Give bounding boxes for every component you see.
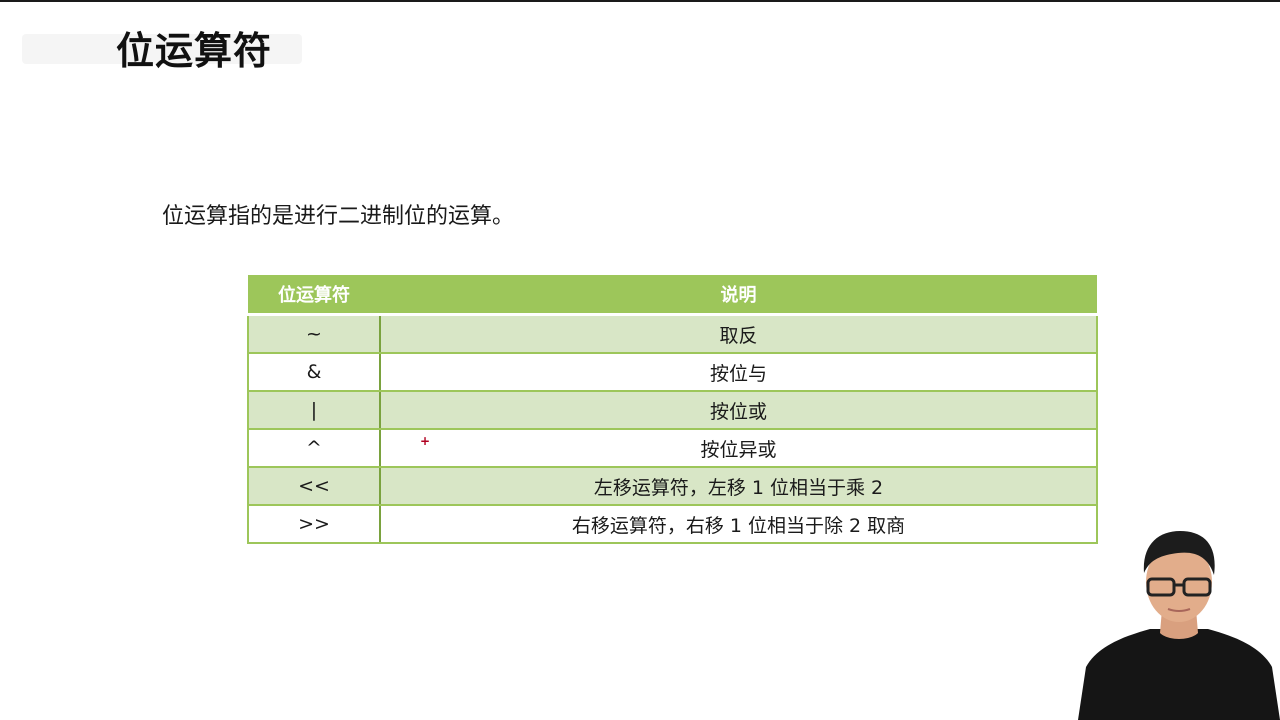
operator-cell: << (247, 466, 381, 506)
table-row: & 按位与 (247, 352, 1098, 392)
header-description: 说明 (380, 275, 1097, 316)
description-cell: 按位异或 (379, 428, 1098, 468)
description-cell: 右移运算符，右移 1 位相当于除 2 取商 (379, 504, 1098, 544)
description-cell: 按位与 (379, 352, 1098, 392)
operator-cell: & (247, 352, 381, 392)
operator-cell: | (247, 390, 381, 430)
header-operator: 位运算符 (248, 275, 380, 316)
operator-cell: ~ (247, 313, 381, 354)
table-row: >> 右移运算符，右移 1 位相当于除 2 取商 (247, 504, 1098, 544)
table-header-row: 位运算符 说明 (248, 275, 1097, 316)
plus-cursor-icon: + (420, 434, 431, 448)
description-cell: 左移运算符，左移 1 位相当于乘 2 (379, 466, 1098, 506)
slide-title: 位运算符 (116, 29, 273, 73)
intro-text: 位运算指的是进行二进制位的运算。 (162, 204, 515, 229)
description-cell: 按位或 (379, 390, 1098, 430)
operators-table: 位运算符 说明 ~ 取反 & 按位与 | 按位或 ^ 按位异或 << 左移运算符… (247, 275, 1098, 544)
slide: 位运算符 位运算指的是进行二进制位的运算。 位运算符 说明 ~ 取反 & 按位与… (0, 0, 1280, 720)
table-row: ~ 取反 (247, 313, 1098, 354)
top-border-line (0, 0, 1280, 2)
operator-cell: ^ (247, 428, 381, 468)
description-cell: 取反 (379, 313, 1098, 354)
table-row: << 左移运算符，左移 1 位相当于乘 2 (247, 466, 1098, 506)
table-row: | 按位或 (247, 390, 1098, 430)
operator-cell: >> (247, 504, 381, 544)
presenter-video (1078, 531, 1280, 720)
table-row: ^ 按位异或 (247, 428, 1098, 468)
